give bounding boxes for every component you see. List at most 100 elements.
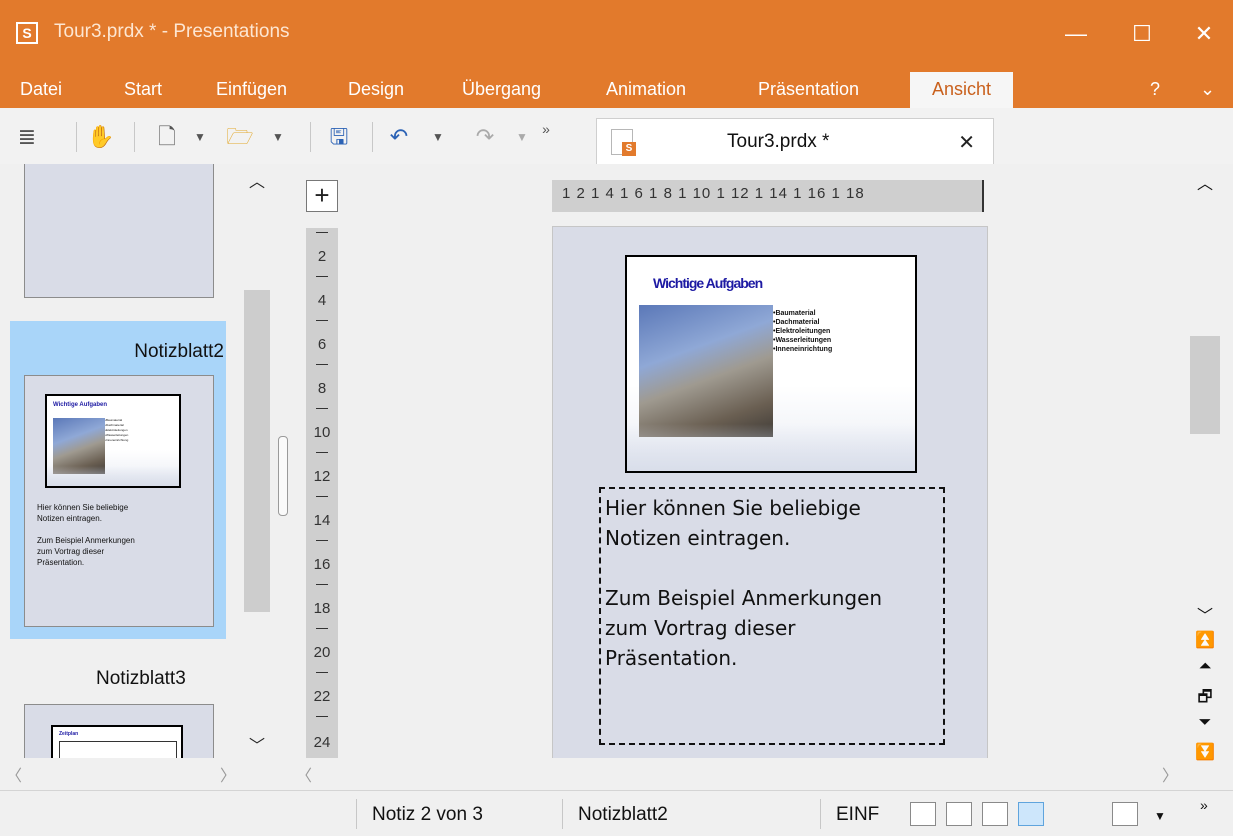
open-folder-icon[interactable]: 🗁 [222, 122, 258, 152]
status-separator [356, 799, 357, 829]
scroll-up-arrow-icon[interactable]: ︿ [1188, 170, 1222, 194]
ruler-tick [316, 408, 328, 409]
document-tab[interactable]: S Tour3.prdx * ✕ [596, 118, 994, 164]
scroll-right-arrow-icon[interactable]: 〉 [218, 762, 238, 786]
close-button[interactable]: ✕ [1184, 14, 1224, 54]
toolbar-separator [310, 122, 311, 152]
horizontal-ruler-labels: 1 2 1 4 1 6 1 8 1 10 1 12 1 14 1 16 1 18 [562, 185, 865, 202]
help-button[interactable]: ? [1150, 72, 1160, 108]
slide-thumbnail-selected[interactable]: Notizblatt2 Wichtige Aufgaben •Baumateri… [10, 321, 226, 639]
ruler-label: 4 [317, 292, 327, 309]
ruler-tick [316, 496, 328, 497]
menu-einfuegen[interactable]: Einfügen [216, 72, 287, 108]
ruler-tick [316, 452, 328, 453]
ruler-tick [316, 276, 328, 277]
slide-sorter-view-icon[interactable] [946, 802, 972, 826]
slide-preview[interactable]: Wichtige Aufgaben •Baumaterial •Dachmate… [625, 255, 917, 473]
mini-slide-title: Zeitplan [59, 731, 79, 737]
menu-animation[interactable]: Animation [606, 72, 686, 108]
status-insert-mode[interactable]: EINF [836, 804, 879, 826]
mini-slide: Zeitplan [51, 725, 183, 758]
slides-panel: Notizblatt2 Wichtige Aufgaben •Baumateri… [0, 164, 274, 758]
ruler-label: 10 [313, 424, 331, 441]
editor-horizontal-scrollbar[interactable]: 〈 〉 [290, 758, 1188, 788]
scroll-down-arrow-icon[interactable]: ﹀ [242, 732, 272, 756]
menu-ansicht[interactable]: Ansicht [910, 72, 1014, 108]
next-page-icon[interactable]: ⏷ [1188, 714, 1222, 732]
first-page-icon[interactable]: ⏫ [1188, 630, 1222, 650]
scroll-up-arrow-icon[interactable]: ︿ [242, 168, 272, 192]
slideshow-icon[interactable] [1112, 802, 1138, 826]
status-slide-name: Notizblatt2 [578, 804, 668, 825]
scrollbar-thumb[interactable] [1190, 336, 1220, 434]
notes-text[interactable]: Hier können Sie beliebige Notizen eintra… [605, 493, 882, 673]
app-logo-icon: S [16, 22, 38, 44]
mini-slide-title: Wichtige Aufgaben [53, 402, 108, 408]
document-tab-title: Tour3.prdx * [727, 131, 830, 152]
menu-uebergang[interactable]: Übergang [462, 72, 541, 108]
vertical-ruler: 2 4 6 8 10 12 14 16 18 20 22 24 [306, 228, 338, 758]
toolbar-overflow-icon[interactable]: » [538, 114, 554, 144]
editor-area: + 1 2 1 4 1 6 1 8 1 10 1 12 1 14 1 16 1 … [290, 164, 1220, 758]
menu-praesentation[interactable]: Präsentation [758, 72, 859, 108]
menu-start[interactable]: Start [124, 72, 162, 108]
previous-page-icon[interactable]: ⏶ [1188, 658, 1222, 676]
app-window: S Tour3.prdx * - Presentations — ☐ ✕ Dat… [0, 0, 1233, 836]
save-icon[interactable]: 🖫 [324, 122, 354, 152]
scroll-down-arrow-icon[interactable]: ﹀ [1188, 602, 1222, 626]
redo-icon: ↷ [475, 124, 495, 149]
maximize-button[interactable]: ☐ [1122, 14, 1162, 54]
slideshow-dropdown-icon[interactable]: ▼ [1154, 809, 1166, 823]
menu-bar: Datei Start Einfügen Design Übergang Ani… [0, 64, 1233, 108]
slides-panel-scrollbar[interactable]: ︿ ﹀ [242, 164, 272, 758]
redo-dropdown-icon: ▼ [516, 130, 528, 144]
status-bar: Notiz 2 von 3 Notizblatt2 EINF ▼ » [0, 790, 1233, 836]
ruler-label: 6 [317, 336, 327, 353]
notes-page: Wichtige Aufgaben •Baumaterial •Dachmate… [552, 226, 988, 758]
slide-photo [639, 305, 773, 437]
slide-bullets: •Baumaterial •Dachmaterial •Elektroleitu… [773, 310, 833, 353]
ruler-tick [316, 320, 328, 321]
ruler-label: 22 [313, 688, 331, 705]
slide-thumbnail-notizblatt3[interactable]: Zeitplan [24, 704, 214, 758]
slides-panel-horizontal-scrollbar[interactable]: 〈 〉 [0, 758, 242, 788]
toolbar-separator [134, 122, 135, 152]
panel-splitter[interactable] [274, 164, 290, 758]
ruler-label: 18 [313, 600, 331, 617]
touch-mode-icon[interactable]: ✋ [86, 122, 116, 152]
notes-view-icon[interactable] [1018, 802, 1044, 826]
minimize-button[interactable]: — [1056, 14, 1096, 54]
menu-datei[interactable]: Datei [20, 72, 62, 108]
outline-view-icon[interactable] [982, 802, 1008, 826]
scrollbar-thumb[interactable] [244, 290, 270, 612]
slide-thumbnail-previous[interactable] [24, 164, 214, 298]
normal-view-icon[interactable] [910, 802, 936, 826]
new-dropdown-icon[interactable]: ▼ [190, 122, 210, 152]
hamburger-menu-icon[interactable]: ≣ [14, 122, 40, 152]
statusbar-overflow-icon[interactable]: » [1200, 797, 1208, 813]
last-page-icon[interactable]: ⏬ [1188, 742, 1222, 762]
ruler-tick [316, 584, 328, 585]
mini-table [59, 741, 177, 758]
notes-text-box[interactable]: Hier können Sie beliebige Notizen eintra… [599, 487, 945, 745]
slide-thumbnail-label: Notizblatt2 [134, 341, 224, 362]
open-dropdown-icon[interactable]: ▼ [268, 122, 288, 152]
ribbon-collapse-button[interactable]: ⌄ [1200, 72, 1215, 108]
splitter-handle[interactable] [278, 436, 288, 516]
undo-icon[interactable]: ↶ [384, 122, 414, 152]
page-select-icon[interactable]: 🗗 [1188, 686, 1222, 713]
editor-vertical-scrollbar[interactable]: ︿ ﹀ ⏫ ⏶ 🗗 ⏷ ⏬ [1188, 164, 1222, 788]
mini-slide-bullets: •Baumaterial •Dachmaterial •Elektroleitu… [105, 418, 129, 442]
scroll-right-arrow-icon[interactable]: 〉 [1160, 762, 1180, 786]
slide-skyline [627, 423, 915, 471]
ruler-tick [316, 232, 328, 233]
menu-design[interactable]: Design [348, 72, 404, 108]
document-tab-close-button[interactable]: ✕ [958, 130, 975, 155]
undo-dropdown-icon[interactable]: ▼ [428, 122, 448, 152]
title-bar: S Tour3.prdx * - Presentations — ☐ ✕ [0, 0, 1233, 64]
ruler-tick [316, 716, 328, 717]
ruler-corner-button[interactable]: + [306, 180, 338, 212]
new-document-icon[interactable]: 🗋 [152, 122, 182, 152]
scroll-left-arrow-icon[interactable]: 〈 [4, 762, 24, 786]
scroll-left-arrow-icon[interactable]: 〈 [294, 762, 314, 786]
